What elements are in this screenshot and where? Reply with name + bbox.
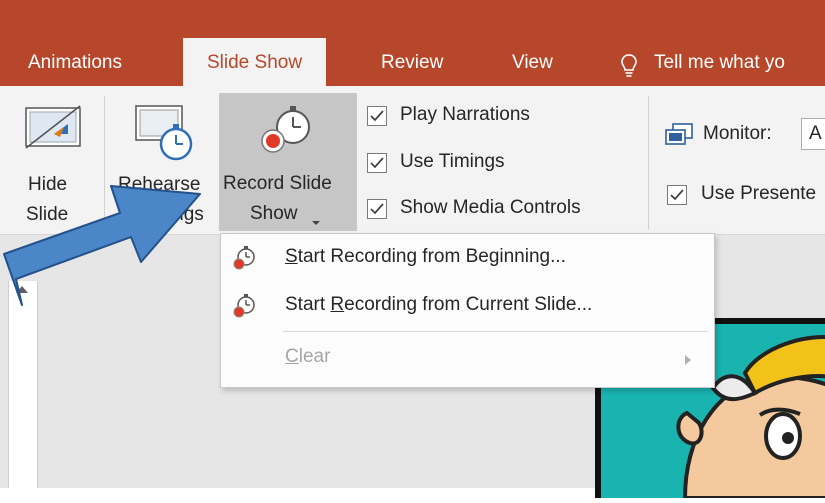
tell-me-label: Tell me what yo [654, 52, 785, 73]
record-timer-icon [231, 245, 257, 278]
menu-item-start-from-current-slide[interactable]: Start Recording from Current Slide... [221, 284, 714, 330]
monitor-select[interactable]: A [801, 118, 825, 150]
record-timer-icon [255, 103, 317, 164]
record-timer-icon [231, 293, 257, 326]
use-presenter-view-checkbox[interactable]: Use Presente [665, 182, 825, 210]
checkbox-box [367, 199, 387, 219]
tab-review[interactable]: Review [381, 40, 443, 86]
monitor-icon [664, 122, 694, 153]
checkbox-box [667, 185, 687, 205]
monitor-label: Monitor: [703, 123, 772, 144]
menu-item-label: Start Recording from Beginning... [285, 246, 566, 267]
menu-item-label: Start Recording from Current Slide... [285, 294, 593, 315]
use-presenter-view-label: Use Presente [701, 183, 817, 204]
show-media-controls-label: Show Media Controls [400, 197, 581, 218]
monitor-select-value: A [809, 123, 822, 144]
show-media-controls-checkbox[interactable]: Show Media Controls [365, 197, 635, 225]
play-narrations-checkbox[interactable]: Play Narrations [365, 104, 605, 132]
menu-separator [283, 331, 708, 332]
ribbon-separator [648, 96, 649, 230]
menu-item-label: Clear [285, 346, 331, 367]
chevron-down-icon [311, 213, 321, 231]
use-timings-label: Use Timings [400, 151, 505, 172]
checkbox-box [367, 153, 387, 173]
use-timings-checkbox[interactable]: Use Timings [365, 151, 605, 179]
tab-view[interactable]: View [512, 40, 553, 86]
menu-item-clear[interactable]: Clear [221, 336, 714, 382]
checkbox-box [367, 106, 387, 126]
menu-item-start-from-beginning[interactable]: Start Recording from Beginning... [221, 236, 714, 282]
play-narrations-label: Play Narrations [400, 104, 530, 125]
record-slide-show-dropdown: Start Recording from Beginning... Start … [220, 233, 715, 388]
submenu-arrow-icon [684, 353, 692, 371]
